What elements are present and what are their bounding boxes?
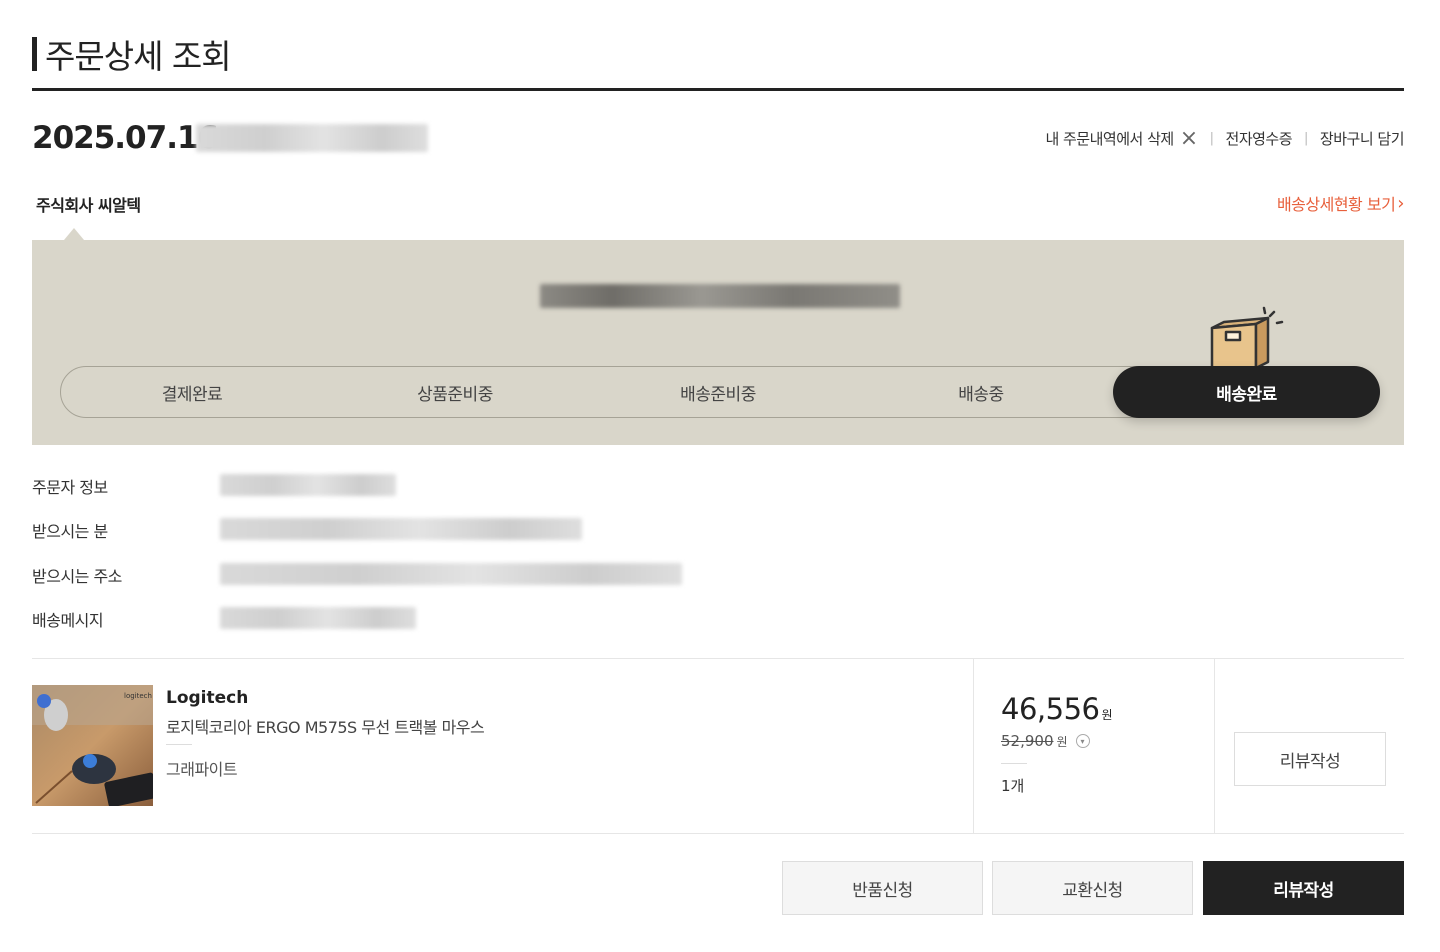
seller-name: 주식회사 씨알텍 [36, 196, 141, 215]
product-brand: Logitech [166, 688, 249, 708]
divider [166, 744, 192, 745]
write-review-button[interactable]: 리뷰작성 [1203, 861, 1404, 915]
tracking-detail-label: 배송상세현황 보기 [1276, 195, 1396, 214]
original-price: 52,900 원 ▾ [1001, 732, 1090, 750]
divider [32, 658, 1404, 659]
recipient-label: 받으시는 분 [32, 522, 108, 541]
chevron-right-icon: › [1397, 192, 1404, 214]
divider [32, 833, 1404, 834]
add-to-cart-link[interactable]: 장바구니 담기 [1320, 128, 1405, 149]
item-review-button[interactable]: 리뷰작성 [1234, 732, 1386, 786]
order-number-redacted [196, 124, 428, 152]
original-price-value: 52,900 [1001, 732, 1054, 750]
step-in-transit: 배송중 [958, 384, 1004, 405]
order-date: 2025.07.16 [32, 120, 219, 156]
step-preparing-product: 상품준비중 [417, 384, 493, 405]
address-redacted [220, 563, 682, 585]
return-request-button[interactable]: 반품신청 [782, 861, 983, 915]
product-image[interactable]: logitech [32, 685, 153, 806]
delivery-message-redacted [220, 607, 416, 629]
separator: | [1304, 131, 1308, 146]
page-title: 주문상세 조회 [32, 30, 232, 78]
orderer-info-label: 주문자 정보 [32, 478, 108, 497]
recipient-redacted [220, 518, 582, 540]
close-icon: × [1179, 125, 1198, 151]
exchange-request-button[interactable]: 교환신청 [992, 861, 1193, 915]
step-payment-complete: 결제완료 [161, 384, 223, 405]
orderer-info-redacted [220, 474, 396, 496]
original-price-unit: 원 [1056, 734, 1068, 749]
order-actions: 내 주문내역에서 삭제 × | 전자영수증 | 장바구니 담기 [1045, 125, 1405, 151]
shipment-info-redacted [540, 284, 900, 308]
price-value: 46,556 [1001, 692, 1100, 726]
chevron-down-icon[interactable]: ▾ [1075, 734, 1090, 748]
tracking-detail-link[interactable]: 배송상세현황 보기 › [1276, 191, 1405, 215]
address-label: 받으시는 주소 [32, 567, 122, 586]
page-title-text: 주문상세 조회 [45, 37, 232, 76]
product-photo: logitech [32, 685, 153, 806]
separator: | [1209, 131, 1214, 146]
delivery-message-label: 배송메시지 [32, 611, 104, 630]
divider [1001, 763, 1027, 764]
title-bar [32, 37, 37, 71]
divider [973, 659, 974, 833]
product-option: 그래파이트 [166, 760, 238, 779]
step-preparing-shipment: 배송준비중 [680, 384, 756, 405]
step-delivered: 배송완료 [1113, 366, 1380, 418]
product-name[interactable]: 로지텍코리아 ERGO M575S 무선 트랙볼 마우스 [166, 714, 485, 738]
package-box-icon [1210, 306, 1284, 370]
panel-pointer [64, 228, 84, 240]
title-divider [32, 88, 1404, 91]
product-price: 46,556 원 [1001, 692, 1113, 726]
delete-order-link[interactable]: 내 주문내역에서 삭제 × [1045, 125, 1198, 151]
divider [1214, 659, 1215, 833]
delete-order-label: 내 주문내역에서 삭제 [1045, 130, 1174, 148]
product-image-brand: logitech [124, 692, 152, 700]
price-unit: 원 [1101, 708, 1113, 722]
product-quantity: 1개 [1001, 777, 1025, 795]
receipt-link[interactable]: 전자영수증 [1226, 128, 1293, 149]
